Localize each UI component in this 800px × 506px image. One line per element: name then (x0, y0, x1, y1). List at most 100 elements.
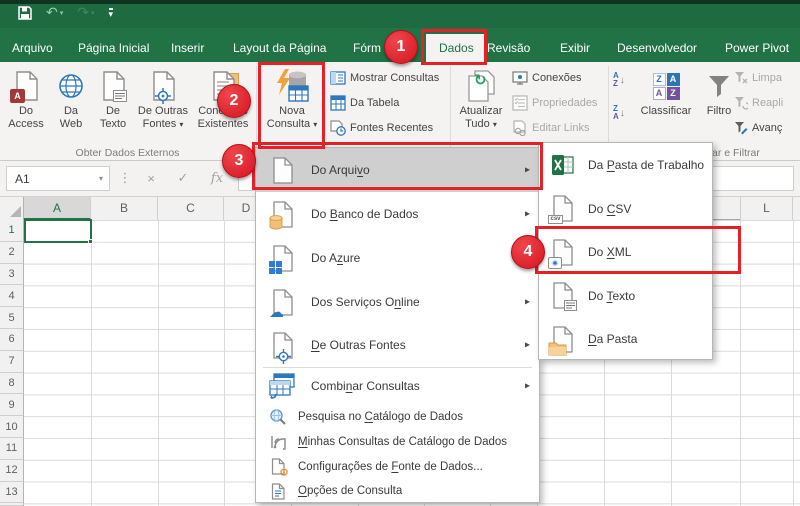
submenu-item-do-texto[interactable]: Do Texto (539, 274, 712, 317)
column-header-c[interactable]: C (158, 197, 224, 220)
menu-item-de-outras-fontes[interactable]: De Outras Fontes ▸ (256, 324, 539, 366)
do-arquivo-submenu: Da Pasta de Trabalho csv Do CSV Do XML D… (538, 142, 713, 360)
column-header-b[interactable]: B (91, 197, 158, 220)
undo-button[interactable]: ↶▾ (46, 6, 63, 20)
menu-item-pesquisa-catalogo[interactable]: Pesquisa no Catálogo de Dados (256, 404, 539, 429)
gear-icon: ⚙ (279, 467, 289, 478)
tab-formulas[interactable]: Fórm (353, 34, 381, 62)
propriedades-button[interactable]: Propriedades (512, 93, 597, 113)
gridline (91, 220, 92, 506)
row-header-9[interactable]: 9 (0, 394, 24, 416)
limpar-filtro-button[interactable]: Limpa (734, 68, 782, 88)
tab-revisao[interactable]: Revisão (487, 34, 530, 62)
sort-az-button[interactable]: AZ ↓ (613, 70, 625, 90)
submenu-item-da-pasta-de-trabalho[interactable]: Da Pasta de Trabalho (539, 143, 712, 187)
fill-handle[interactable] (88, 239, 93, 244)
save-button[interactable] (18, 6, 32, 20)
atualizar-tudo-button[interactable]: ↻ Atualizar Tudo ▾ (454, 66, 508, 148)
nova-consulta-button[interactable]: Nova Consulta ▾ (262, 66, 322, 148)
selected-cell-a1[interactable] (24, 219, 92, 243)
row-header-8[interactable]: 8 (0, 373, 24, 395)
fontes-recentes-button[interactable]: Fontes Recentes (330, 118, 433, 138)
tab-pagina-inicial[interactable]: Página Inicial (78, 34, 149, 62)
column-header-partial[interactable] (793, 197, 800, 220)
reapply-filter-icon (734, 96, 748, 110)
menu-item-do-arquivo[interactable]: Do Arquivo ▸ (256, 148, 539, 192)
submenu-arrow-icon: ▸ (525, 209, 530, 220)
editar-links-button[interactable]: Editar Links (512, 118, 589, 138)
submenu-arrow-icon: ▸ (525, 165, 530, 176)
row-header-13[interactable]: 13 (0, 482, 24, 504)
row-header-2[interactable]: 2 (0, 242, 24, 264)
arrow-down-icon: ↓ (620, 108, 625, 119)
menu-item-combinar-consultas[interactable]: Combinar Consultas ▸ (256, 369, 539, 403)
query-options-icon (269, 483, 287, 500)
connections-icon (512, 70, 528, 86)
menu-item-minhas-consultas[interactable]: Minhas Consultas de Catálogo de Dados (256, 429, 539, 454)
classificar-button[interactable]: Z A A Z Classificar (632, 66, 700, 148)
row-header-12[interactable]: 12 (0, 460, 24, 482)
enter-button[interactable]: ✓ (172, 166, 194, 191)
row-header-11[interactable]: 11 (0, 438, 24, 460)
filtro-button[interactable]: Filtro (700, 66, 738, 148)
title-bar: ↶▾ ↷▾ ▾ (0, 0, 800, 28)
conexoes-button[interactable]: Conexões (512, 68, 582, 88)
row-header-7[interactable]: 7 (0, 351, 24, 373)
menu-item-label: Dos Serviços Online (311, 295, 420, 309)
da-tabela-button[interactable]: Da Tabela (330, 93, 399, 113)
group-divider (608, 66, 609, 150)
formula-bar-grip-icon[interactable]: ⋮ (114, 166, 136, 191)
group-divider (256, 66, 257, 150)
submenu-item-do-csv[interactable]: csv Do CSV (539, 187, 712, 230)
show-queries-icon (330, 70, 346, 86)
column-header-l[interactable]: L (740, 197, 793, 220)
row-header-4[interactable]: 4 (0, 285, 24, 307)
tab-power-pivot[interactable]: Power Pivot (725, 34, 789, 62)
menu-item-configuracoes-fonte[interactable]: ⚙ Configurações de Fonte de Dados... (256, 454, 539, 479)
tab-layout-da-pagina[interactable]: Layout da Página (233, 34, 326, 62)
chevron-down-icon: ▾ (99, 174, 103, 183)
reaplicar-filtro-button[interactable]: Reapli (734, 93, 783, 113)
submenu-item-label: Da Pasta de Trabalho (588, 158, 704, 172)
menu-item-do-azure[interactable]: Do Azure (256, 236, 539, 280)
submenu-item-da-pasta[interactable]: Da Pasta (539, 317, 712, 361)
de-texto-button[interactable]: De Texto (92, 66, 134, 148)
row-header-6[interactable]: 6 (0, 329, 24, 351)
annotation-step-1: 1 (384, 30, 418, 64)
tab-inserir[interactable]: Inserir (171, 34, 204, 62)
menu-item-dos-servicos-online[interactable]: ☁ Dos Serviços Online ▸ (256, 280, 539, 324)
redo-icon: ↷ (77, 6, 89, 20)
select-all-corner[interactable] (0, 197, 24, 220)
cloud-file-icon: ☁ (268, 289, 298, 316)
menu-item-opcoes-de-consulta[interactable]: Opções de Consulta (256, 479, 539, 503)
nova-consulta-menu: Do Arquivo ▸ Do Banco de Dados ▸ Do Azur… (255, 147, 540, 503)
row-header-3[interactable]: 3 (0, 264, 24, 286)
tab-exibir[interactable]: Exibir (560, 34, 590, 62)
name-box[interactable]: A1▾ (6, 166, 110, 191)
menu-item-do-banco-de-dados[interactable]: Do Banco de Dados ▸ (256, 192, 539, 236)
de-outras-fontes-button[interactable]: De Outras Fontes ▾ (134, 66, 192, 148)
cancel-button[interactable]: × (140, 166, 162, 191)
tab-arquivo[interactable]: Arquivo (12, 34, 53, 62)
row-header-10[interactable]: 10 (0, 416, 24, 438)
chevron-down-icon: ▾ (91, 9, 95, 17)
qat-customize-button[interactable]: ▾ (109, 8, 114, 19)
do-access-button[interactable]: A Do Access (2, 66, 50, 148)
submenu-item-label: Da Pasta (588, 332, 637, 346)
tab-desenvolvedor[interactable]: Desenvolvedor (617, 34, 697, 62)
undo-icon: ↶ (46, 6, 58, 20)
filtro-avancado-button[interactable]: Avanç (734, 118, 782, 138)
submenu-item-do-xml[interactable]: Do XML (539, 230, 712, 274)
folder-icon (550, 326, 576, 353)
tab-dados[interactable]: Dados (426, 34, 487, 62)
sort-za-button[interactable]: ZA ↓ (613, 103, 625, 123)
column-header-a[interactable]: A (24, 197, 91, 220)
mostrar-consultas-button[interactable]: Mostrar Consultas (330, 68, 439, 88)
row-header-1[interactable]: 1 (0, 220, 24, 242)
redo-button[interactable]: ↷▾ (77, 6, 94, 20)
azure-file-icon (268, 245, 298, 272)
chevron-down-icon: ▾ (60, 9, 64, 17)
row-header-5[interactable]: 5 (0, 307, 24, 329)
menu-item-label: Do Azure (311, 251, 360, 265)
da-web-button[interactable]: Da Web (50, 66, 92, 148)
